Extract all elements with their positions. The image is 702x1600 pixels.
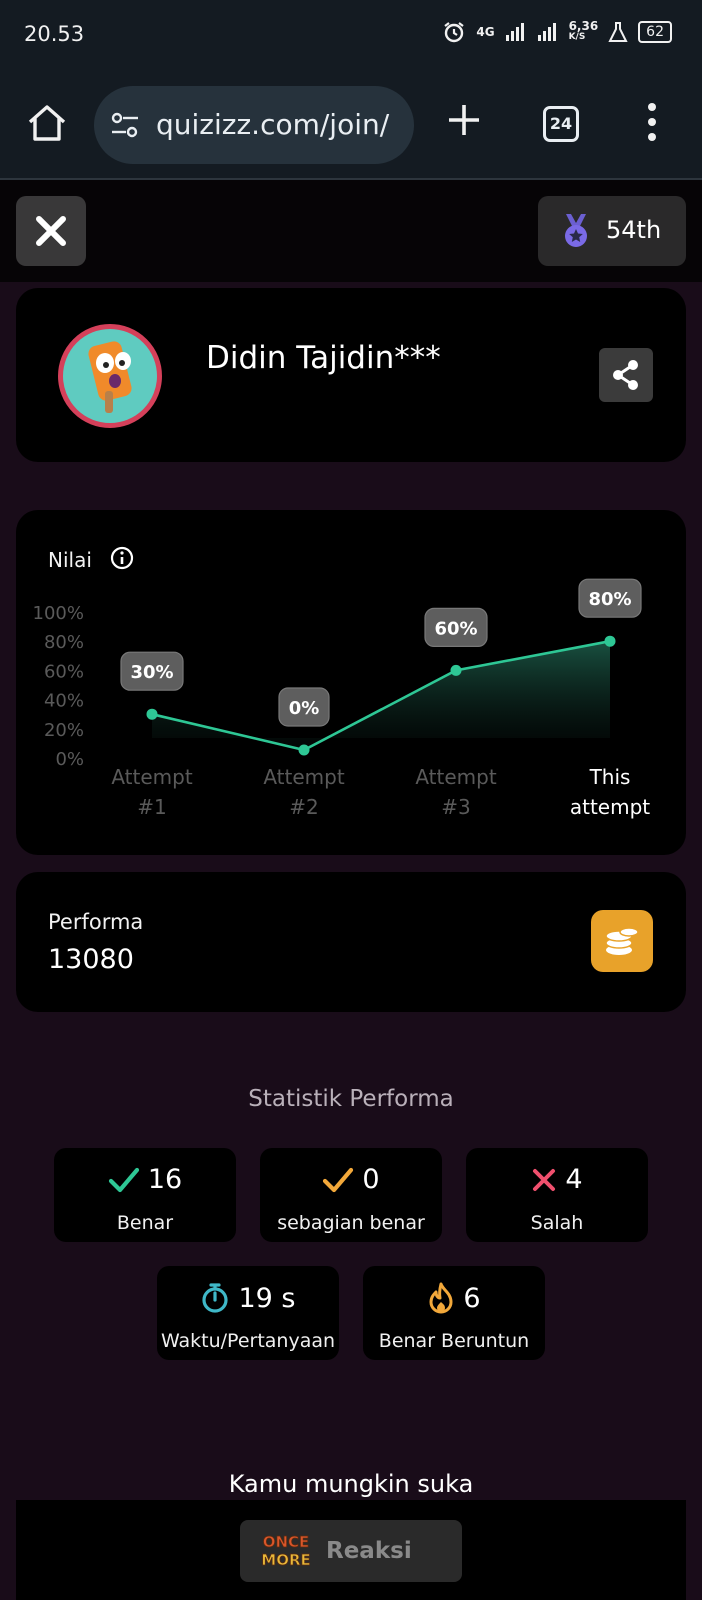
battery-indicator: 62 [638, 21, 672, 43]
data-label: 30% [120, 651, 184, 691]
y-tick-label: 40% [44, 691, 84, 712]
stat-time-value: 19 s [238, 1282, 296, 1314]
y-tick-label: 60% [44, 661, 84, 682]
once-more-logo: ONCE MORE [262, 1533, 310, 1570]
site-settings-icon[interactable] [110, 112, 140, 138]
svg-text:60%: 60% [434, 618, 477, 639]
data-label: 60% [424, 607, 488, 648]
stat-partial-value: 0 [362, 1164, 380, 1195]
home-icon[interactable] [26, 102, 68, 144]
data-point [146, 708, 158, 720]
flask-icon [608, 22, 628, 42]
stat-partial-label: sebagian benar [277, 1212, 425, 1234]
svg-text:ONCE: ONCE [263, 1533, 310, 1551]
rank-badge[interactable]: 54th [538, 196, 686, 266]
stat-time-label: Waktu/Pertanyaan [160, 1330, 336, 1352]
bottom-bar: ONCE MORE Reaksi [16, 1500, 686, 1600]
signal-icon [505, 23, 524, 41]
y-tick-label: 100% [33, 603, 84, 624]
avatar [58, 324, 162, 428]
cross-icon [533, 1168, 556, 1191]
new-tab-icon[interactable] [446, 102, 482, 138]
coins-icon [605, 927, 639, 955]
x-tick-label: This [589, 765, 631, 789]
share-icon [613, 360, 638, 390]
performance-card: Performa 13080 [16, 872, 686, 1012]
check-icon [323, 1167, 354, 1192]
x-tick-label: #2 [289, 795, 318, 819]
x-tick-label: attempt [570, 795, 650, 819]
net-speed: 6,36 K/S [568, 19, 599, 42]
svg-text:30%: 30% [130, 662, 173, 683]
data-label: 0% [278, 687, 330, 727]
monster-avatar-icon [88, 341, 132, 413]
status-bar: 20.53 4G 6,36 K/S 62 [0, 0, 702, 72]
x-tick-label: Attempt [111, 765, 192, 789]
stat-streak: 6 Benar Beruntun [363, 1266, 545, 1360]
alarm-icon [444, 22, 465, 43]
check-icon [108, 1167, 139, 1192]
series-area [152, 641, 610, 750]
rank-text: 54th [606, 216, 662, 244]
stopwatch-icon [202, 1283, 229, 1313]
stats-title: Statistik Performa [248, 1086, 454, 1112]
y-tick-label: 80% [44, 632, 84, 653]
status-time: 20.53 [24, 22, 85, 46]
x-tick-label: Attempt [263, 765, 344, 789]
stat-wrong-label: Salah [530, 1212, 584, 1234]
svg-text:0%: 0% [289, 698, 320, 719]
x-tick-label: #1 [137, 795, 166, 819]
url-text[interactable]: quizizz.com/join/ [156, 108, 389, 141]
medal-icon [565, 214, 587, 247]
data-point [604, 635, 616, 647]
page-header: 54th [0, 180, 702, 282]
y-tick-label: 20% [44, 720, 84, 741]
reaction-button[interactable]: ONCE MORE Reaksi [240, 1520, 462, 1582]
stat-streak-label: Benar Beruntun [378, 1330, 530, 1352]
stat-wrong: 4 Salah [466, 1148, 648, 1242]
svg-text:80%: 80% [588, 589, 631, 610]
more-menu-icon[interactable] [644, 102, 660, 142]
svg-text:MORE: MORE [262, 1551, 310, 1569]
data-point [298, 744, 310, 756]
stat-correct: 16 Benar [54, 1148, 236, 1242]
network-type: 4G [476, 25, 495, 39]
signal-icon-2 [537, 23, 556, 41]
address-bar[interactable]: quizizz.com/join/ [94, 86, 414, 164]
stat-streak-value: 6 [463, 1282, 481, 1314]
coins-button[interactable] [591, 910, 653, 972]
score-chart-card: Nilai 100% 80% 60% 40% 20% 0% 30% 0% 60% 80% Att… [16, 510, 686, 855]
stat-correct-label: Benar [116, 1212, 174, 1234]
flame-icon [429, 1282, 453, 1314]
data-label: 80% [578, 578, 642, 618]
score-chart: 100% 80% 60% 40% 20% 0% 30% 0% 60% 80% Attempt #1… [33, 578, 650, 819]
profile-card: Didin Tajidin*** [16, 288, 686, 462]
browser-toolbar: quizizz.com/join/ 24 [0, 72, 702, 180]
data-point [450, 664, 462, 676]
reaction-label: Reaksi [326, 1538, 412, 1564]
player-name: Didin Tajidin*** [206, 340, 441, 376]
stat-wrong-value: 4 [565, 1164, 583, 1195]
x-tick-label: #3 [441, 795, 470, 819]
share-button[interactable] [599, 348, 653, 402]
y-tick-label: 0% [55, 749, 84, 770]
close-button[interactable] [16, 196, 86, 266]
performance-label: Performa [48, 910, 144, 934]
tab-switcher-button[interactable]: 24 [543, 106, 579, 142]
stat-time: 19 s Waktu/Pertanyaan [157, 1266, 339, 1360]
x-tick-label: Attempt [415, 765, 496, 789]
stat-partial: 0 sebagian benar [260, 1148, 442, 1242]
suggestions-title: Kamu mungkin suka [228, 1470, 474, 1498]
performance-value: 13080 [48, 944, 134, 975]
close-icon [36, 216, 66, 246]
stat-correct-value: 16 [147, 1164, 183, 1195]
status-icons: 4G 6,36 K/S 62 [442, 20, 672, 44]
